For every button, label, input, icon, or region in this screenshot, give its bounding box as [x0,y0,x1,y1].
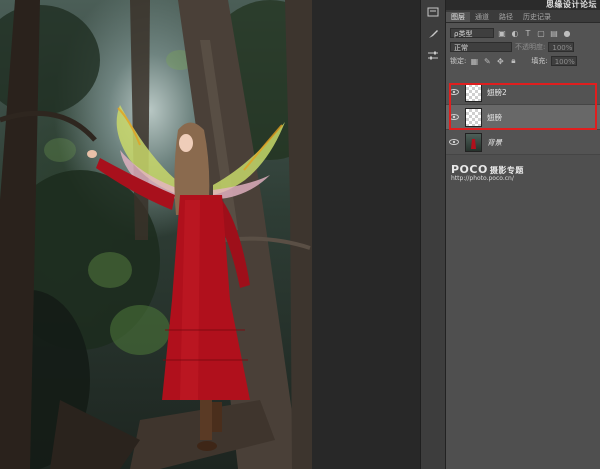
brush-icon [427,28,439,42]
poco-watermark: POCO 摄影专题 http://photo.poco.cn/ [451,163,524,182]
visibility-eye-icon[interactable] [446,89,462,95]
fill-input[interactable]: 100% [550,56,577,66]
history-tool-button[interactable] [424,4,442,22]
lock-transparency-icon[interactable]: ▦ [469,56,479,66]
opacity-input[interactable]: 100% [548,42,575,52]
layer-list: 翅膀2 翅膀 背景 [446,80,600,155]
layer-filter-row: ρ类型 ▣ ◐ T ▢ ▤ ● [446,26,600,40]
layer-name: 背景 [487,137,502,147]
pixel-filter-icon[interactable]: ▣ [497,28,507,38]
lock-pixels-icon[interactable]: ✎ [482,56,492,66]
blend-mode-select[interactable]: 正常 [450,42,512,52]
layers-panel: 思缘设计论坛 图层 通道 路径 历史记录 ρ类型 ▣ ◐ T ▢ ▤ ● 正常 … [446,0,600,469]
visibility-eye-icon[interactable] [446,139,462,145]
photo-illustration [0,0,312,469]
site-watermark: 思缘设计论坛 [546,0,597,9]
pasteboard [312,0,420,469]
filter-toggle-icon[interactable]: ● [562,28,572,38]
sliders-icon [427,50,439,64]
layer-name: 翅膀2 [487,87,507,97]
layer-thumbnail [465,132,482,152]
opacity-label: 不透明度: [515,43,546,51]
layer-wings[interactable]: 翅膀 [446,105,600,130]
adjustments-tool-button[interactable] [424,48,442,66]
shape-filter-icon[interactable]: ▢ [536,28,546,38]
fairy-forest-photo [0,0,312,469]
layer-thumbnail [465,82,482,102]
document-canvas[interactable] [0,0,420,469]
layer-wings-2[interactable]: 翅膀2 [446,80,600,105]
blend-row: 正常 不透明度: 100% [446,40,600,54]
layer-list-empty-area [446,155,600,469]
panel-title-bar: 思缘设计论坛 [446,0,600,10]
history-icon [427,6,439,20]
poco-url: http://photo.poco.cn/ [451,175,514,182]
fill-label: 填充: [531,57,548,65]
tab-history[interactable]: 历史记录 [518,12,556,22]
tab-paths[interactable]: 路径 [494,12,518,22]
lock-position-icon[interactable]: ✥ [495,56,505,66]
tab-channels[interactable]: 通道 [470,12,494,22]
layer-thumbnail [465,107,482,127]
lock-label: 锁定: [450,57,467,65]
layer-name: 翅膀 [487,112,502,122]
tab-layers[interactable]: 图层 [446,12,470,22]
type-filter-icon[interactable]: T [523,28,533,38]
panel-tabs: 图层 通道 路径 历史记录 [446,10,600,23]
layer-background[interactable]: 背景 [446,130,600,155]
lock-all-icon[interactable]: 🔒︎ [508,56,518,66]
smart-object-filter-icon[interactable]: ▤ [549,28,559,38]
adjustment-filter-icon[interactable]: ◐ [510,28,520,38]
brush-tool-button[interactable] [424,26,442,44]
panel-icon-strip [420,0,446,469]
filter-type-select[interactable]: ρ类型 [450,28,494,38]
visibility-eye-icon[interactable] [446,114,462,120]
lock-row: 锁定: ▦ ✎ ✥ 🔒︎ 填充: 100% [446,54,600,68]
